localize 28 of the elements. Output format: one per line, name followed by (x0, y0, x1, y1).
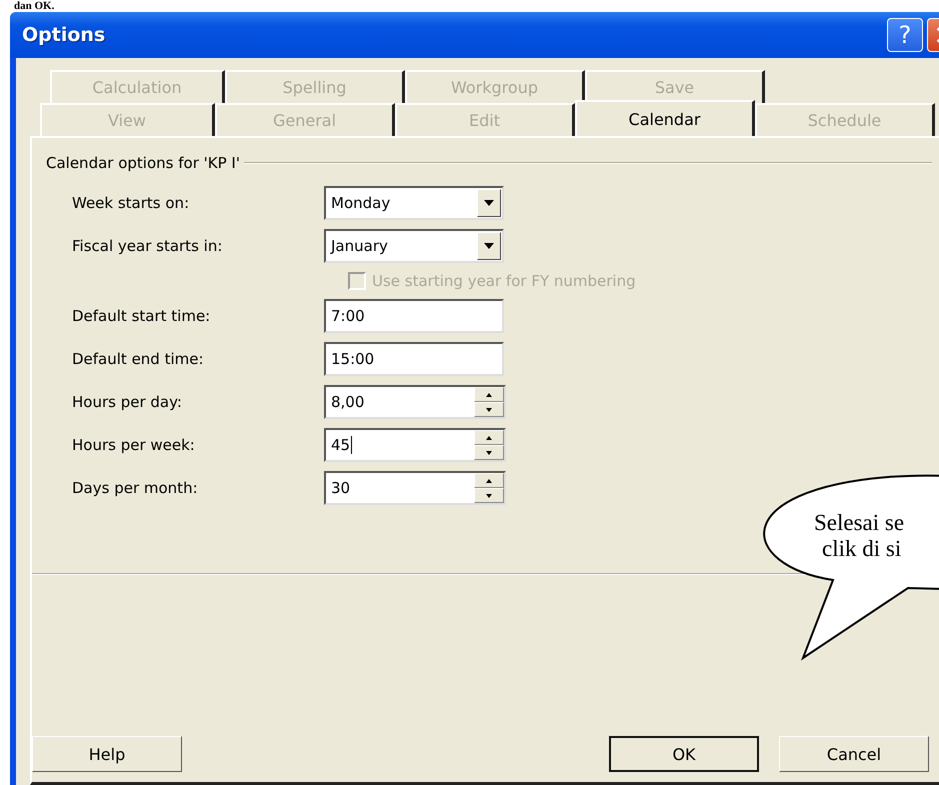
spinner-arrows-icon[interactable] (474, 430, 504, 460)
dialog-button[interactable]: Help (32, 736, 182, 772)
group-label: Calendar options for 'KP I' (46, 154, 240, 172)
spinner-field[interactable]: 45 (324, 428, 506, 462)
field-label: Hours per week: (72, 436, 196, 454)
dialog-button[interactable]: OK (609, 736, 759, 772)
field-label: Fiscal year starts in: (72, 237, 224, 255)
dropdown[interactable]: January (324, 229, 504, 263)
help-button[interactable]: ? (887, 18, 923, 52)
checkbox-label: Use starting year for FY numbering (372, 272, 636, 290)
spinner-field[interactable]: 30 (324, 471, 506, 505)
header-text: dan OK. (13, 0, 56, 12)
dropdown[interactable]: Monday (324, 186, 504, 220)
field-label: Week starts on: (72, 194, 190, 212)
input-field[interactable]: 7:00 (324, 299, 504, 333)
field-label: Default start time: (72, 307, 212, 325)
input-field[interactable]: 15:00 (324, 342, 504, 376)
field-label: Hours per day: (72, 393, 183, 411)
callout-text: Selesai se (814, 510, 904, 536)
callout-text: clik di si (822, 536, 902, 562)
dialog-button[interactable]: Cancel (779, 736, 929, 772)
window-title: Options (21, 24, 106, 46)
tab[interactable]: Calendar (575, 100, 755, 136)
spinner-arrows-icon[interactable] (474, 473, 504, 503)
field-label: Default end time: (72, 350, 205, 368)
spinner-arrows-icon[interactable] (474, 387, 504, 417)
field-label: Days per month: (72, 479, 199, 497)
spinner-field[interactable]: 8,00 (324, 385, 506, 419)
